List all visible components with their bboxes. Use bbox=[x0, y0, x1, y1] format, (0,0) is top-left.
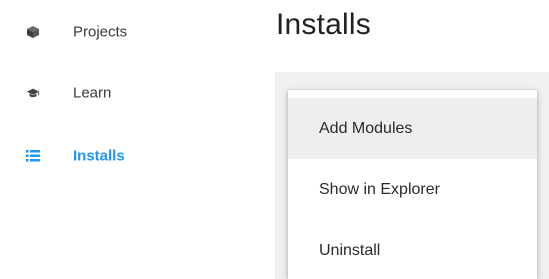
app-window: Projects Learn Installs Installs Add Mod… bbox=[0, 0, 549, 279]
menu-item-uninstall[interactable]: Uninstall bbox=[288, 220, 537, 279]
menu-item-add-modules[interactable]: Add Modules bbox=[288, 98, 537, 159]
sidebar-item-label: Projects bbox=[73, 23, 128, 41]
sidebar-item-label: Installs bbox=[73, 147, 125, 165]
sidebar-item-installs[interactable]: Installs bbox=[0, 134, 250, 178]
page-title: Installs bbox=[276, 8, 371, 41]
graduation-cap-icon bbox=[26, 86, 40, 100]
cube-icon bbox=[26, 25, 40, 39]
sidebar: Projects Learn Installs bbox=[0, 0, 250, 279]
menu-item-label: Show in Explorer bbox=[319, 180, 440, 198]
sidebar-item-label: Learn bbox=[73, 84, 112, 102]
menu-item-label: Add Modules bbox=[319, 119, 413, 137]
sidebar-item-learn[interactable]: Learn bbox=[0, 71, 250, 115]
context-menu: Add Modules Show in Explorer Uninstall bbox=[288, 90, 537, 279]
menu-item-label: Uninstall bbox=[319, 241, 381, 259]
list-icon bbox=[26, 149, 40, 163]
menu-item-show-in-explorer[interactable]: Show in Explorer bbox=[288, 159, 537, 220]
sidebar-item-projects[interactable]: Projects bbox=[0, 10, 250, 54]
